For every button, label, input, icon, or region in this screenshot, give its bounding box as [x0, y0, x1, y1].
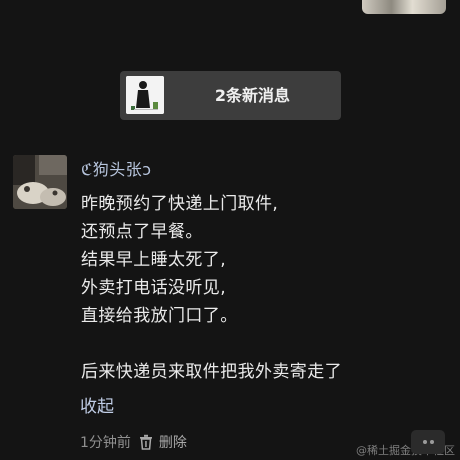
message-text: 昨晚预约了快递上门取件, 还预点了早餐。 结果早上睡太死了, 外卖打电话没听见,… [81, 190, 451, 386]
delete-button[interactable]: 删除 [159, 432, 187, 452]
new-messages-label: 2条新消息 [214, 86, 291, 105]
message-line: 还预点了早餐。 [81, 222, 203, 242]
sender-avatar[interactable] [13, 155, 67, 209]
collapse-link[interactable]: 收起 [80, 392, 114, 417]
dot [422, 440, 427, 444]
trash-icon[interactable] [139, 434, 153, 450]
message-line: 后来快递员来取件把我外卖寄走了 [81, 362, 342, 382]
sender-name[interactable]: ℭ狗头张ↄ [81, 156, 152, 180]
previous-image-thumbnail[interactable] [362, 0, 446, 14]
message-line: 昨晚预约了快递上门取件, [81, 194, 279, 214]
message-line: 直接给我放门口了。 [81, 306, 238, 326]
dot [429, 440, 434, 444]
new-message-avatar [126, 76, 164, 114]
message-meta: 1分钟前 删除 [80, 431, 187, 453]
more-options-icon[interactable] [411, 430, 445, 454]
message-line: 结果早上睡太死了, [81, 250, 227, 270]
message-line: 外卖打电话没听见, [81, 278, 227, 298]
message-time: 1分钟前 [80, 435, 131, 451]
new-messages-banner[interactable]: 2条新消息 [120, 71, 341, 120]
